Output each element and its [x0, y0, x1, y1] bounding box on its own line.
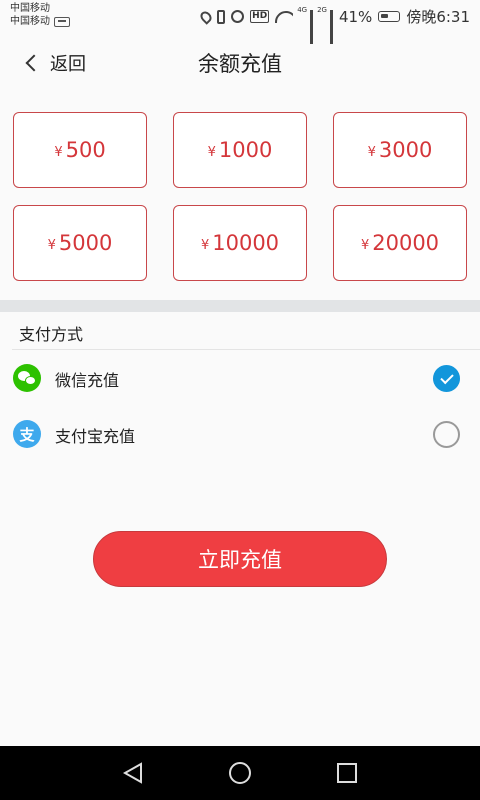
alarm-icon: [231, 10, 245, 23]
section-divider: [0, 300, 480, 312]
payment-option-label: 微信充值: [55, 371, 120, 390]
battery-icon: [378, 11, 401, 22]
navigation-bar: [0, 746, 480, 800]
carrier-info: 中国移动 中国移动: [10, 2, 70, 28]
square-recent-icon: [337, 763, 357, 783]
recharge-now-button[interactable]: 立即充值: [93, 531, 387, 587]
payment-option-wechat[interactable]: 微信充值: [0, 356, 480, 400]
currency-symbol: ¥: [367, 144, 376, 160]
carrier-2-label: 中国移动: [10, 16, 50, 27]
divider-line: [12, 349, 480, 350]
currency-symbol: ¥: [200, 237, 210, 253]
amount-option-500[interactable]: ¥500: [13, 112, 147, 188]
carrier-1-label: 中国移动: [10, 3, 50, 14]
payment-option-label: 支付宝充值: [55, 427, 136, 446]
network-4g-label: 4G: [297, 6, 308, 14]
currency-symbol: ¥: [47, 237, 56, 253]
amount-option-20000[interactable]: ¥20000: [333, 205, 467, 281]
wifi-icon: [275, 10, 294, 23]
vibrate-icon: [217, 9, 226, 24]
circle-home-icon: [229, 762, 251, 784]
location-icon: [198, 8, 214, 25]
signal-2-icon: [329, 10, 333, 44]
amount-value: 3000: [378, 138, 433, 162]
currency-symbol: ¥: [360, 237, 370, 253]
nav-back-button[interactable]: [120, 760, 146, 786]
triangle-back-icon: [122, 762, 142, 784]
alipay-icon: 支: [13, 420, 41, 448]
nav-home-button[interactable]: [227, 760, 253, 786]
clock-time: 傍晚6:31: [406, 8, 470, 26]
amount-value: 10000: [212, 231, 280, 255]
amount-grid: ¥500 ¥1000 ¥3000 ¥5000 ¥10000 ¥20000: [13, 112, 467, 282]
amount-option-10000[interactable]: ¥10000: [173, 205, 307, 281]
amount-value: 20000: [372, 231, 440, 255]
amount-value: 5000: [58, 231, 113, 255]
page-title: 余额充值: [198, 52, 282, 76]
status-bar: 中国移动 中国移动 HD 4G 2G 41% 傍晚6:31: [0, 0, 480, 44]
activity-monitor-icon: [54, 16, 70, 27]
wechat-icon: [13, 364, 41, 392]
status-icons: HD 4G 2G 41% 傍晚6:31: [195, 6, 470, 44]
signal-icon: [309, 10, 314, 44]
hd-icon: HD: [250, 10, 270, 23]
amount-option-1000[interactable]: ¥1000: [173, 112, 307, 188]
amount-option-3000[interactable]: ¥3000: [333, 112, 467, 188]
amount-option-5000[interactable]: ¥5000: [13, 205, 147, 281]
network-2g-label: 2G: [317, 6, 327, 14]
payment-option-alipay[interactable]: 支 支付宝充值: [0, 412, 480, 456]
radio-unchecked-icon[interactable]: [433, 421, 460, 448]
nav-recent-button[interactable]: [334, 760, 360, 786]
currency-symbol: ¥: [54, 144, 63, 160]
page-header: 返回 余额充值: [0, 32, 480, 94]
radio-checked-icon[interactable]: [433, 365, 460, 392]
currency-symbol: ¥: [207, 144, 216, 160]
battery-percent: 41%: [338, 7, 373, 26]
amount-value: 1000: [218, 138, 273, 162]
payment-section-title: 支付方式: [19, 325, 84, 344]
amount-value: 500: [65, 138, 106, 162]
